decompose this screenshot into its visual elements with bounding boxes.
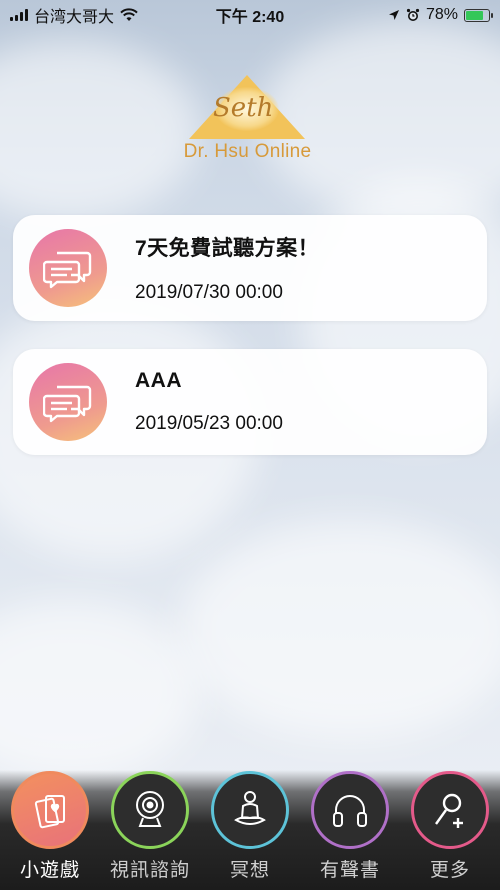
location-arrow-icon <box>388 10 399 20</box>
chat-bubbles-icon <box>29 363 107 441</box>
tab-meditation[interactable]: 冥想 <box>200 771 300 882</box>
tab-more[interactable]: 更多 <box>400 771 500 882</box>
tab-audiobooks[interactable]: 有聲書 <box>300 771 400 882</box>
carrier-name: 台湾大哥大 <box>34 9 115 26</box>
alarm-icon <box>406 8 420 21</box>
message-date: 2019/07/30 00:00 <box>135 282 283 303</box>
app-logo: Seth Dr. Hsu Online <box>175 75 320 170</box>
battery-percent: 78% <box>425 6 458 23</box>
message-card[interactable]: 7天免費試聽方案！ 2019/07/30 00:00 <box>13 215 487 321</box>
meditation-icon <box>211 771 289 849</box>
tab-video-consult[interactable]: 視訊諮詢 <box>100 771 200 882</box>
cards-icon <box>11 771 89 849</box>
message-title: AAA <box>135 369 182 392</box>
wifi-icon <box>120 8 138 21</box>
message-date: 2019/05/23 00:00 <box>135 413 283 434</box>
tab-label: 小遊戲 <box>19 860 80 881</box>
battery-icon <box>464 8 493 22</box>
webcam-icon <box>111 771 189 849</box>
headphones-icon <box>311 771 389 849</box>
tab-label: 有聲書 <box>319 860 380 881</box>
tab-label: 冥想 <box>229 860 270 881</box>
message-title: 7天免費試聽方案！ <box>135 237 320 260</box>
logo-name: Dr. Hsu Online <box>183 141 312 162</box>
logo-script: Seth <box>213 93 274 123</box>
tab-label: 視訊諮詢 <box>109 860 190 881</box>
chat-bubbles-icon <box>29 229 107 307</box>
cell-signal-icon <box>10 9 28 21</box>
tab-label: 更多 <box>429 860 470 881</box>
add-user-icon <box>411 771 489 849</box>
clock: 下午 2:40 <box>215 9 285 26</box>
message-card[interactable]: AAA 2019/05/23 00:00 <box>13 349 487 455</box>
tab-mini-games[interactable]: 小遊戲 <box>0 771 100 882</box>
bottom-tab-bar: 小遊戲 視訊諮詢 冥想 有聲書 更多 <box>0 770 500 890</box>
status-bar: 台湾大哥大 下午 2:40 78% <box>0 0 500 30</box>
